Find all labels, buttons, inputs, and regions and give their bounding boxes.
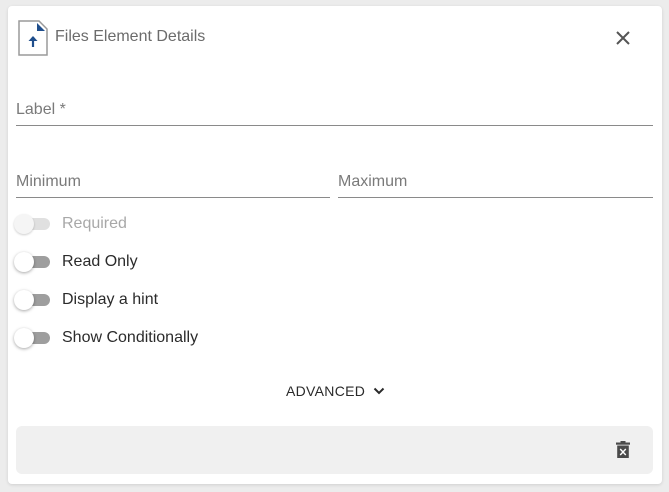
label-field[interactable]: Label * [16,101,653,127]
read-only-toggle-row: Read Only [14,251,138,273]
show-conditionally-label: Show Conditionally [62,329,199,346]
display-hint-toggle-row: Display a hint [14,289,158,311]
minimum-field-label: Minimum [16,173,81,190]
close-button[interactable] [612,27,634,49]
display-hint-switch[interactable] [14,290,52,310]
read-only-switch[interactable] [14,252,52,272]
display-hint-label: Display a hint [62,291,159,308]
delete-button[interactable] [612,439,634,461]
required-switch [14,214,52,234]
maximum-field-label: Maximum [338,173,408,190]
required-label: Required [62,215,127,232]
label-field-label: Label * [16,101,66,118]
files-element-details-dialog: Files Element Details Label * Minimum Ma… [8,6,662,484]
label-field-underline [16,125,653,126]
advanced-label: ADVANCED [286,383,366,399]
dialog-title: Files Element Details [55,28,206,45]
show-conditionally-switch[interactable] [14,328,52,348]
delete-icon [616,441,630,458]
read-only-label: Read Only [62,253,138,270]
chevron-down-icon [373,387,385,395]
show-conditionally-toggle-row: Show Conditionally [14,327,198,349]
maximum-field-underline [338,197,653,198]
file-upload-icon [18,20,48,56]
required-toggle-row: Required [14,213,127,235]
advanced-button[interactable]: ADVANCED [286,382,385,400]
maximum-field[interactable]: Maximum [338,173,653,199]
minimum-field-underline [16,197,330,198]
close-icon [616,31,630,45]
dialog-footer [16,426,653,474]
minimum-field[interactable]: Minimum [16,173,330,199]
